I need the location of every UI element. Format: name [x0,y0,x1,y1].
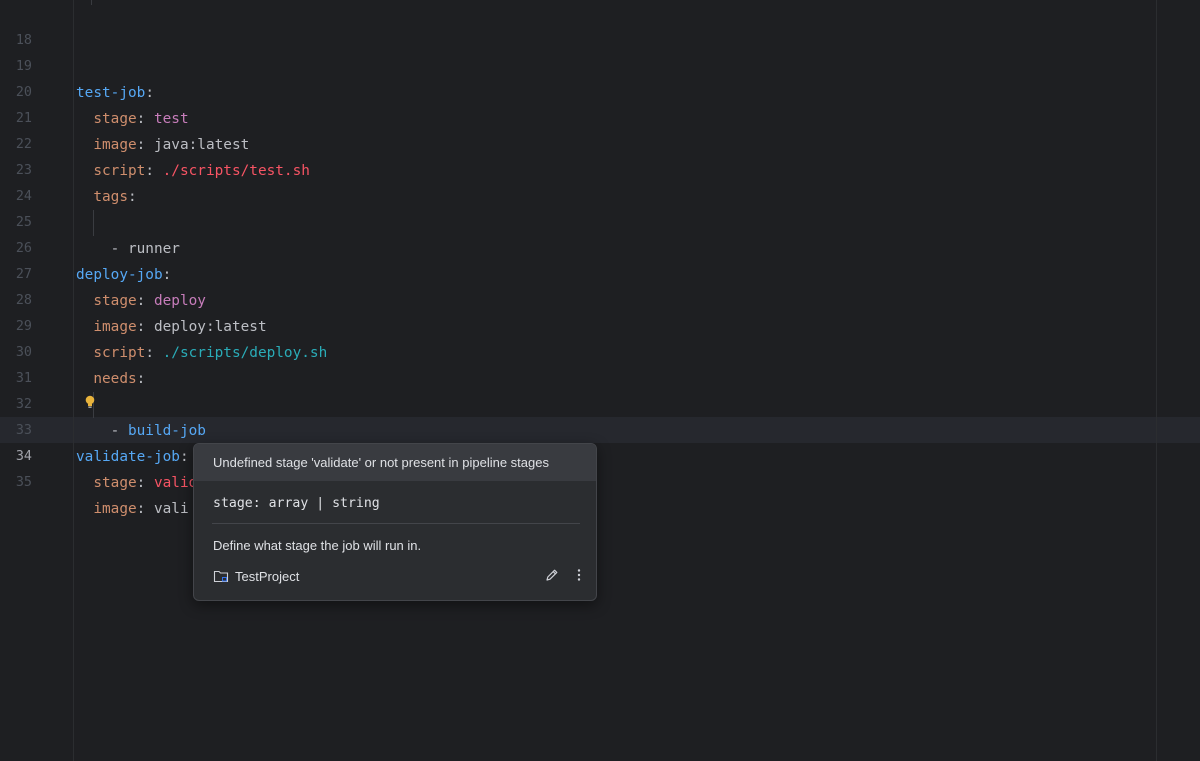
code-line-30[interactable]: 30 needs: [0,314,145,387]
yaml-key: stage [93,111,137,127]
code-line-25[interactable]: 25 [0,184,35,230]
yaml-colon: : [145,85,154,101]
yaml-colon: : [127,189,137,205]
error-message-header: Undefined stage 'validate' or not presen… [194,444,596,481]
yaml-key: validate-job [76,449,180,465]
yaml-value: test [153,111,189,127]
yaml-key: test-job [76,85,146,101]
yaml-key: stage [93,475,137,491]
yaml-separator: : [136,501,154,517]
code-line-21[interactable]: 21 image: java:latest [0,80,249,153]
yaml-key: image [93,501,137,517]
indent-guide [93,210,94,236]
yaml-value: deploy [153,293,206,309]
yaml-value-path: ./scripts/deploy.sh [162,345,328,361]
yaml-key: stage [93,293,137,309]
yaml-key: image [93,137,137,153]
project-name: TestProject [235,568,300,584]
lightbulb-icon[interactable] [84,395,96,409]
yaml-value: deploy:latest [153,319,267,335]
yaml-key: script [93,163,146,179]
yaml-separator: : [136,137,154,153]
code-line-27[interactable]: 27 stage: deploy [0,236,206,309]
more-options-icon[interactable] [571,567,587,583]
yaml-separator: : [136,475,154,491]
yaml-key: deploy-job [76,267,163,283]
yaml-key: tags [93,189,128,205]
gutter-border [73,0,74,761]
yaml-value: runner [127,241,180,257]
yaml-separator: : [136,319,154,335]
yaml-value: vali [153,501,189,517]
yaml-separator: : [145,345,163,361]
yaml-separator: : [136,111,154,127]
documentation-text: Define what stage the job will run in. [213,538,422,553]
error-message: Undefined stage 'validate' or not presen… [213,455,549,470]
code-line-19[interactable]: 19 test-job: [0,28,154,101]
yaml-value-unresolved: ./scripts/test.sh [162,163,310,179]
code-line-34[interactable]: 34 stage: validate [0,418,223,491]
code-line-33[interactable]: 33 validate-job: [0,392,189,465]
quick-doc-popup[interactable]: Undefined stage 'validate' or not presen… [193,443,597,601]
code-line-28[interactable]: 28 image: deploy:latest [0,262,267,335]
code-line-20[interactable]: 20 stage: test [0,54,189,127]
edit-icon[interactable] [544,567,560,583]
job-reference[interactable]: build-job [128,423,206,439]
code-line-22[interactable]: 22 script: ./scripts/test.sh [0,106,310,179]
yaml-separator: : [136,293,154,309]
code-line-18[interactable]: 18 [0,2,35,48]
yaml-colon: : [179,449,189,465]
line-number: 35 [15,475,32,490]
yaml-separator: : [145,163,163,179]
yaml-colon: : [136,371,146,387]
indent-guide [91,0,92,5]
divider [212,523,580,524]
type-signature: stage: array | string [213,496,380,511]
code-line-26[interactable]: 26 deploy-job: [0,210,171,283]
yaml-dash: - [110,241,128,257]
yaml-key: image [93,319,137,335]
yaml-key: needs [93,371,137,387]
code-editor[interactable]: 18 19 test-job: 20 stage: test 21 image:… [0,0,1200,761]
yaml-key: script [93,345,146,361]
code-line-35[interactable]: 35 image: vali [0,444,189,517]
code-line-23[interactable]: 23 tags: [0,132,137,205]
code-line-31[interactable]: 31 - build-job [0,340,206,439]
yaml-dash: - [110,423,128,439]
yaml-value: java:latest [153,137,250,153]
project-link[interactable]: TestProject [213,567,299,585]
code-line-24[interactable]: 24 - runner [0,158,180,257]
code-line-29[interactable]: 29 script: ./scripts/deploy.sh [0,288,327,361]
right-margin-guide [1156,0,1157,761]
folder-module-icon [213,570,229,583]
code-line-32[interactable]: 32 [0,366,35,412]
yaml-colon: : [162,267,172,283]
